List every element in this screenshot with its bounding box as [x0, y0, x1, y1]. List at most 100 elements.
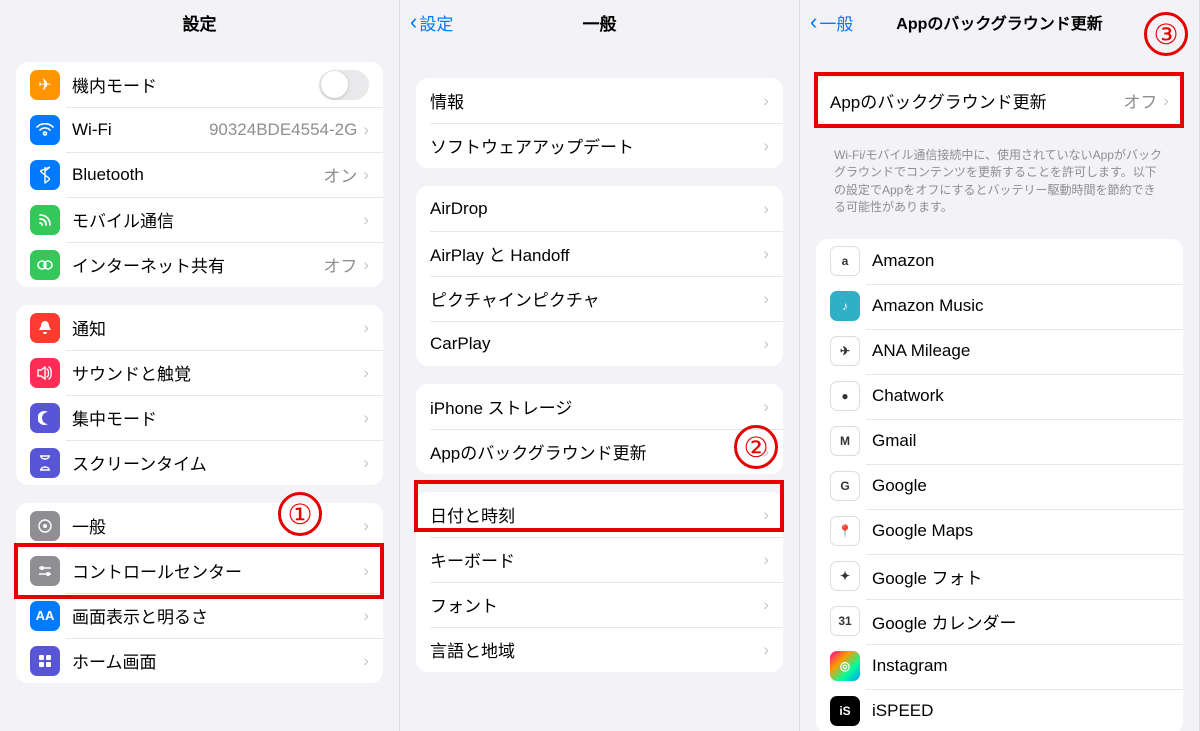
row-about[interactable]: 情報 › — [416, 78, 783, 123]
chevron-right-icon: › — [363, 561, 369, 581]
wifi-value: 90324BDE4554-2G — [209, 120, 357, 140]
row-datetime[interactable]: 日付と時刻 › — [416, 492, 783, 537]
group-airdrop: AirDrop › AirPlay と Handoff › ピクチャインピクチャ… — [416, 186, 783, 366]
label: ホーム画面 — [72, 648, 363, 673]
chevron-right-icon: › — [363, 165, 369, 185]
navbar-settings: 設定 — [0, 0, 399, 44]
label: Appのバックグラウンド更新 — [430, 439, 763, 464]
chevron-right-icon: › — [363, 606, 369, 626]
app-row[interactable]: GGoogle — [816, 464, 1183, 509]
row-language[interactable]: 言語と地域 › — [416, 627, 783, 672]
app-row[interactable]: 📍Google Maps — [816, 509, 1183, 554]
page-title: 一般 — [583, 10, 617, 35]
label: インターネット共有 — [72, 252, 323, 277]
row-general[interactable]: 一般 › — [16, 503, 383, 548]
airplane-toggle[interactable] — [319, 70, 369, 100]
footer-note: Wi-Fi/モバイル通信接続中に、使用されていないAppがバックグラウンドでコン… — [816, 141, 1183, 221]
chevron-right-icon: › — [363, 651, 369, 671]
app-row[interactable]: ● Chatwork — [816, 374, 1183, 419]
back-button[interactable]: ‹ 設定 — [410, 10, 453, 35]
pane-settings: 設定 ✈ 機内モード Wi-Fi 90324BDE4554-2G › Blue — [0, 0, 400, 731]
row-software-update[interactable]: ソフトウェアアップデート › — [416, 123, 783, 168]
app-icon: ◎ — [830, 651, 860, 681]
bluetooth-icon — [30, 160, 60, 190]
app-row[interactable]: ✈ANA Mileage — [816, 329, 1183, 374]
label: フォント — [430, 592, 763, 617]
airplane-icon: ✈ — [30, 70, 60, 100]
group-general: 一般 › コントロールセンター › AA 画面表示と明るさ › ホーム画面 — [16, 503, 383, 683]
row-cellular[interactable]: モバイル通信 › — [16, 197, 383, 242]
app-label: Gmail — [872, 431, 1169, 451]
row-keyboard[interactable]: キーボード › — [416, 537, 783, 582]
row-airplay[interactable]: AirPlay と Handoff › — [416, 231, 783, 276]
app-row[interactable]: ♪Amazon Music — [816, 284, 1183, 329]
row-iphone-storage[interactable]: iPhone ストレージ › — [416, 384, 783, 429]
page-title: 設定 — [183, 10, 217, 35]
page-title: Appのバックグラウンド更新 — [896, 10, 1102, 34]
app-label: Amazon — [872, 251, 1169, 271]
label: スクリーンタイム — [72, 450, 363, 475]
display-icon: AA — [30, 601, 60, 631]
pane-general: ‹ 設定 一般 情報 › ソフトウェアアップデート › AirDrop › Ai… — [400, 0, 800, 731]
row-master-background-refresh[interactable]: Appのバックグラウンド更新 オフ › — [816, 78, 1183, 123]
chevron-right-icon: › — [763, 199, 769, 219]
row-notifications[interactable]: 通知 › — [16, 305, 383, 350]
chevron-right-icon: › — [363, 453, 369, 473]
group-notifications: 通知 › サウンドと触覚 › 集中モード › — [16, 305, 383, 485]
label: iPhone ストレージ — [430, 394, 763, 419]
master-value: オフ — [1123, 88, 1157, 113]
label: ソフトウェアアップデート — [430, 133, 763, 158]
chevron-right-icon: › — [763, 595, 769, 615]
row-carplay[interactable]: CarPlay › — [416, 321, 783, 366]
label: 集中モード — [72, 405, 363, 430]
cellular-icon — [30, 205, 60, 235]
chevron-right-icon: › — [763, 91, 769, 111]
back-label: 一般 — [819, 10, 853, 35]
app-label: Amazon Music — [872, 296, 1169, 316]
row-hotspot[interactable]: インターネット共有 オフ › — [16, 242, 383, 287]
row-wifi[interactable]: Wi-Fi 90324BDE4554-2G › — [16, 107, 383, 152]
back-button[interactable]: ‹ 一般 — [810, 10, 853, 35]
chevron-right-icon: › — [363, 318, 369, 338]
hotspot-value: オフ — [323, 252, 357, 277]
annotation-badge-2: ② — [734, 425, 778, 469]
app-row[interactable]: 31Google カレンダー — [816, 599, 1183, 644]
chevron-right-icon: › — [763, 640, 769, 660]
row-pip[interactable]: ピクチャインピクチャ › — [416, 276, 783, 321]
app-icon: ● — [830, 381, 860, 411]
chevron-left-icon: ‹ — [810, 11, 817, 33]
app-label: Google Maps — [872, 521, 1169, 541]
speaker-icon — [30, 358, 60, 388]
row-airdrop[interactable]: AirDrop › — [416, 186, 783, 231]
app-row[interactable]: aAmazon — [816, 239, 1183, 284]
app-row[interactable]: MGmail — [816, 419, 1183, 464]
app-row[interactable]: ✦Google フォト — [816, 554, 1183, 599]
label: AirDrop — [430, 199, 763, 219]
moon-icon — [30, 403, 60, 433]
row-bluetooth[interactable]: Bluetooth オン › — [16, 152, 383, 197]
group-connectivity: ✈ 機内モード Wi-Fi 90324BDE4554-2G › Bluetoot… — [16, 62, 383, 287]
app-icon: ✦ — [830, 561, 860, 591]
label: 機内モード — [72, 72, 319, 97]
app-label: Chatwork — [872, 386, 1169, 406]
annotation-badge-1: ① — [278, 492, 322, 536]
row-control-center[interactable]: コントロールセンター › — [16, 548, 383, 593]
hotspot-icon — [30, 250, 60, 280]
row-home-screen[interactable]: ホーム画面 › — [16, 638, 383, 683]
label: Bluetooth — [72, 165, 323, 185]
row-airplane-mode[interactable]: ✈ 機内モード — [16, 62, 383, 107]
chevron-left-icon: ‹ — [410, 11, 417, 33]
app-row[interactable]: ◎Instagram — [816, 644, 1183, 689]
row-screentime[interactable]: スクリーンタイム › — [16, 440, 383, 485]
row-fonts[interactable]: フォント › — [416, 582, 783, 627]
chevron-right-icon: › — [363, 210, 369, 230]
navbar-general: ‹ 設定 一般 — [400, 0, 799, 44]
app-row[interactable]: iSiSPEED — [816, 689, 1183, 731]
wifi-icon — [30, 115, 60, 145]
label: ピクチャインピクチャ — [430, 286, 763, 311]
row-focus[interactable]: 集中モード › — [16, 395, 383, 440]
label: AirPlay と Handoff — [430, 241, 763, 266]
row-display[interactable]: AA 画面表示と明るさ › — [16, 593, 383, 638]
row-background-refresh[interactable]: Appのバックグラウンド更新 › — [416, 429, 783, 474]
row-sounds[interactable]: サウンドと触覚 › — [16, 350, 383, 395]
